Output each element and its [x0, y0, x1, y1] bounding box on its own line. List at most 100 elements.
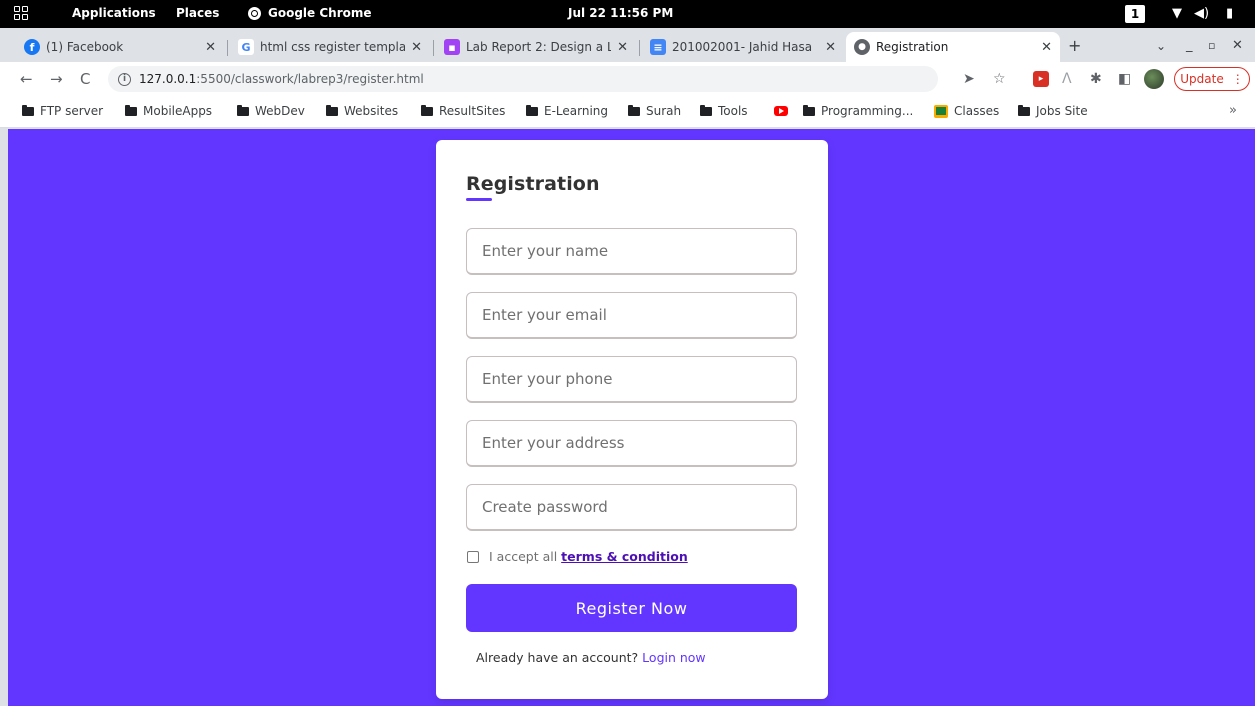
close-icon[interactable]: ✕ [617, 40, 628, 55]
folder-icon [526, 104, 538, 116]
bookmark-tools[interactable]: Tools [700, 104, 748, 118]
new-tab-button[interactable]: + [1068, 36, 1081, 56]
terms-text: I accept all [489, 549, 558, 564]
tab-strip: f (1) Facebook ✕ G html css register tem… [0, 28, 1255, 62]
bookmark-label: Programming... [821, 104, 914, 118]
bookmark-e-learning[interactable]: E-Learning [526, 104, 608, 118]
bookmark-label: FTP server [40, 104, 104, 118]
login-prompt-text: Already have an account? [476, 650, 639, 665]
folder-icon [326, 104, 338, 116]
docs-icon: ≡ [650, 39, 666, 55]
bookmark-label: WebDev [255, 104, 305, 118]
login-prompt-row: Already have an account? Login now [476, 650, 706, 665]
extension-grey-icon[interactable]: Λ [1062, 70, 1072, 88]
terms-row: I accept all terms & condition [467, 549, 688, 564]
close-window-button[interactable]: ✕ [1232, 36, 1243, 56]
folder-icon [1018, 104, 1030, 116]
classroom-icon: ▪ [444, 39, 460, 55]
bookmark-label: Jobs Site [1036, 104, 1088, 118]
bookmark-webdev[interactable]: WebDev [237, 104, 305, 118]
bookmark-resultsites[interactable]: ResultSites [421, 104, 505, 118]
active-app-name[interactable]: Google Chrome [268, 6, 372, 20]
tab-google-doc[interactable]: ≡ 201002001- Jahid Hasa ✕ [642, 32, 844, 62]
side-panel-icon[interactable]: ◧ [1118, 70, 1131, 88]
bookmark-youtube[interactable] [774, 106, 788, 116]
tab-title: html css register templa [260, 40, 406, 54]
register-button[interactable]: Register Now [466, 584, 797, 632]
tab-search-chevron-icon[interactable]: ⌄ [1156, 36, 1166, 56]
close-icon[interactable]: ✕ [825, 40, 836, 55]
bookmark-label: E-Learning [544, 104, 609, 118]
forward-button[interactable]: → [50, 69, 63, 89]
folder-icon [125, 104, 137, 116]
system-top-bar: Applications Places Google Chrome Jul 22… [0, 0, 1255, 28]
wifi-icon[interactable]: ▼ [1172, 6, 1182, 22]
bookmark-surah[interactable]: Surah [628, 104, 681, 118]
bookmark-label: Websites [344, 104, 399, 118]
site-info-icon[interactable]: i [118, 72, 131, 86]
folder-icon [421, 104, 433, 116]
volume-icon[interactable]: ◀) [1194, 6, 1209, 22]
restore-button[interactable]: ▫ [1208, 36, 1215, 56]
clock[interactable]: Jul 22 11:56 PM [568, 6, 673, 20]
phone-input[interactable] [466, 356, 797, 403]
applications-menu[interactable]: Applications [72, 6, 156, 20]
terms-checkbox[interactable] [467, 550, 479, 563]
bookmark-label: Classes [954, 104, 1000, 118]
url-host: 127.0.0.1 [139, 72, 197, 86]
tab-title: (1) Facebook [46, 40, 124, 54]
folder-icon [237, 104, 249, 116]
extension-red-icon[interactable]: ▸ [1033, 71, 1049, 87]
update-label: Update [1180, 72, 1224, 86]
browser-toolbar: ← → C i 127.0.0.1:5500/classwork/labrep3… [0, 62, 1255, 96]
title-underline [466, 198, 492, 201]
bookmark-star-icon[interactable]: ☆ [993, 70, 1006, 88]
workspace-indicator[interactable]: 1 [1125, 5, 1145, 23]
tab-lab-report[interactable]: ▪ Lab Report 2: Design a L ✕ [436, 32, 636, 62]
tab-registration[interactable]: ● Registration ✕ [846, 32, 1060, 62]
tab-title: Lab Report 2: Design a L [466, 40, 612, 54]
more-bookmarks-icon[interactable]: » [1229, 103, 1237, 118]
reload-button[interactable]: C [80, 69, 90, 89]
email-input[interactable] [466, 292, 797, 339]
tab-google-search[interactable]: G html css register templa ✕ [230, 32, 430, 62]
bookmark-jobs-site[interactable]: Jobs Site [1018, 104, 1088, 118]
youtube-icon [774, 106, 788, 116]
google-icon: G [238, 39, 254, 55]
profile-avatar[interactable] [1144, 69, 1164, 89]
folder-icon [628, 104, 640, 116]
password-input[interactable] [466, 484, 797, 531]
address-bar[interactable]: i 127.0.0.1:5500/classwork/labrep3/regis… [108, 66, 938, 92]
send-icon[interactable]: ➤ [963, 70, 975, 88]
bookmark-classes[interactable]: Classes [934, 104, 999, 118]
bookmark-ftp-server[interactable]: FTP server [22, 104, 103, 118]
folder-icon [22, 104, 34, 116]
bookmark-mobileapps[interactable]: MobileApps [125, 104, 212, 118]
battery-icon[interactable]: ▮ [1226, 6, 1233, 22]
extensions-puzzle-icon[interactable]: ✱ [1090, 70, 1102, 88]
close-icon[interactable]: ✕ [205, 40, 216, 55]
close-icon[interactable]: ✕ [411, 40, 422, 55]
name-input[interactable] [466, 228, 797, 275]
places-menu[interactable]: Places [176, 6, 219, 20]
address-input[interactable] [466, 420, 797, 467]
tab-separator [433, 40, 434, 56]
tab-title: Registration [876, 40, 949, 54]
back-button[interactable]: ← [20, 69, 33, 89]
terms-link[interactable]: terms & condition [561, 549, 688, 564]
classroom-icon [934, 104, 948, 118]
login-link[interactable]: Login now [642, 650, 706, 665]
url-path: :5500/classwork/labrep3/register.html [196, 72, 424, 86]
tab-separator [227, 40, 228, 56]
chrome-icon [248, 7, 261, 20]
close-icon[interactable]: ✕ [1041, 40, 1052, 55]
registration-card: Registration I accept all terms & condit… [436, 140, 828, 699]
folder-icon [803, 104, 815, 116]
bookmark-programming[interactable]: Programming... [803, 104, 913, 118]
page-background: Registration I accept all terms & condit… [8, 129, 1255, 706]
tab-facebook[interactable]: f (1) Facebook ✕ [16, 32, 224, 62]
minimize-button[interactable]: _ [1186, 36, 1193, 56]
update-button[interactable]: Update ⋮ [1174, 67, 1250, 91]
bookmark-websites[interactable]: Websites [326, 104, 398, 118]
apps-grid-icon[interactable] [14, 6, 28, 20]
